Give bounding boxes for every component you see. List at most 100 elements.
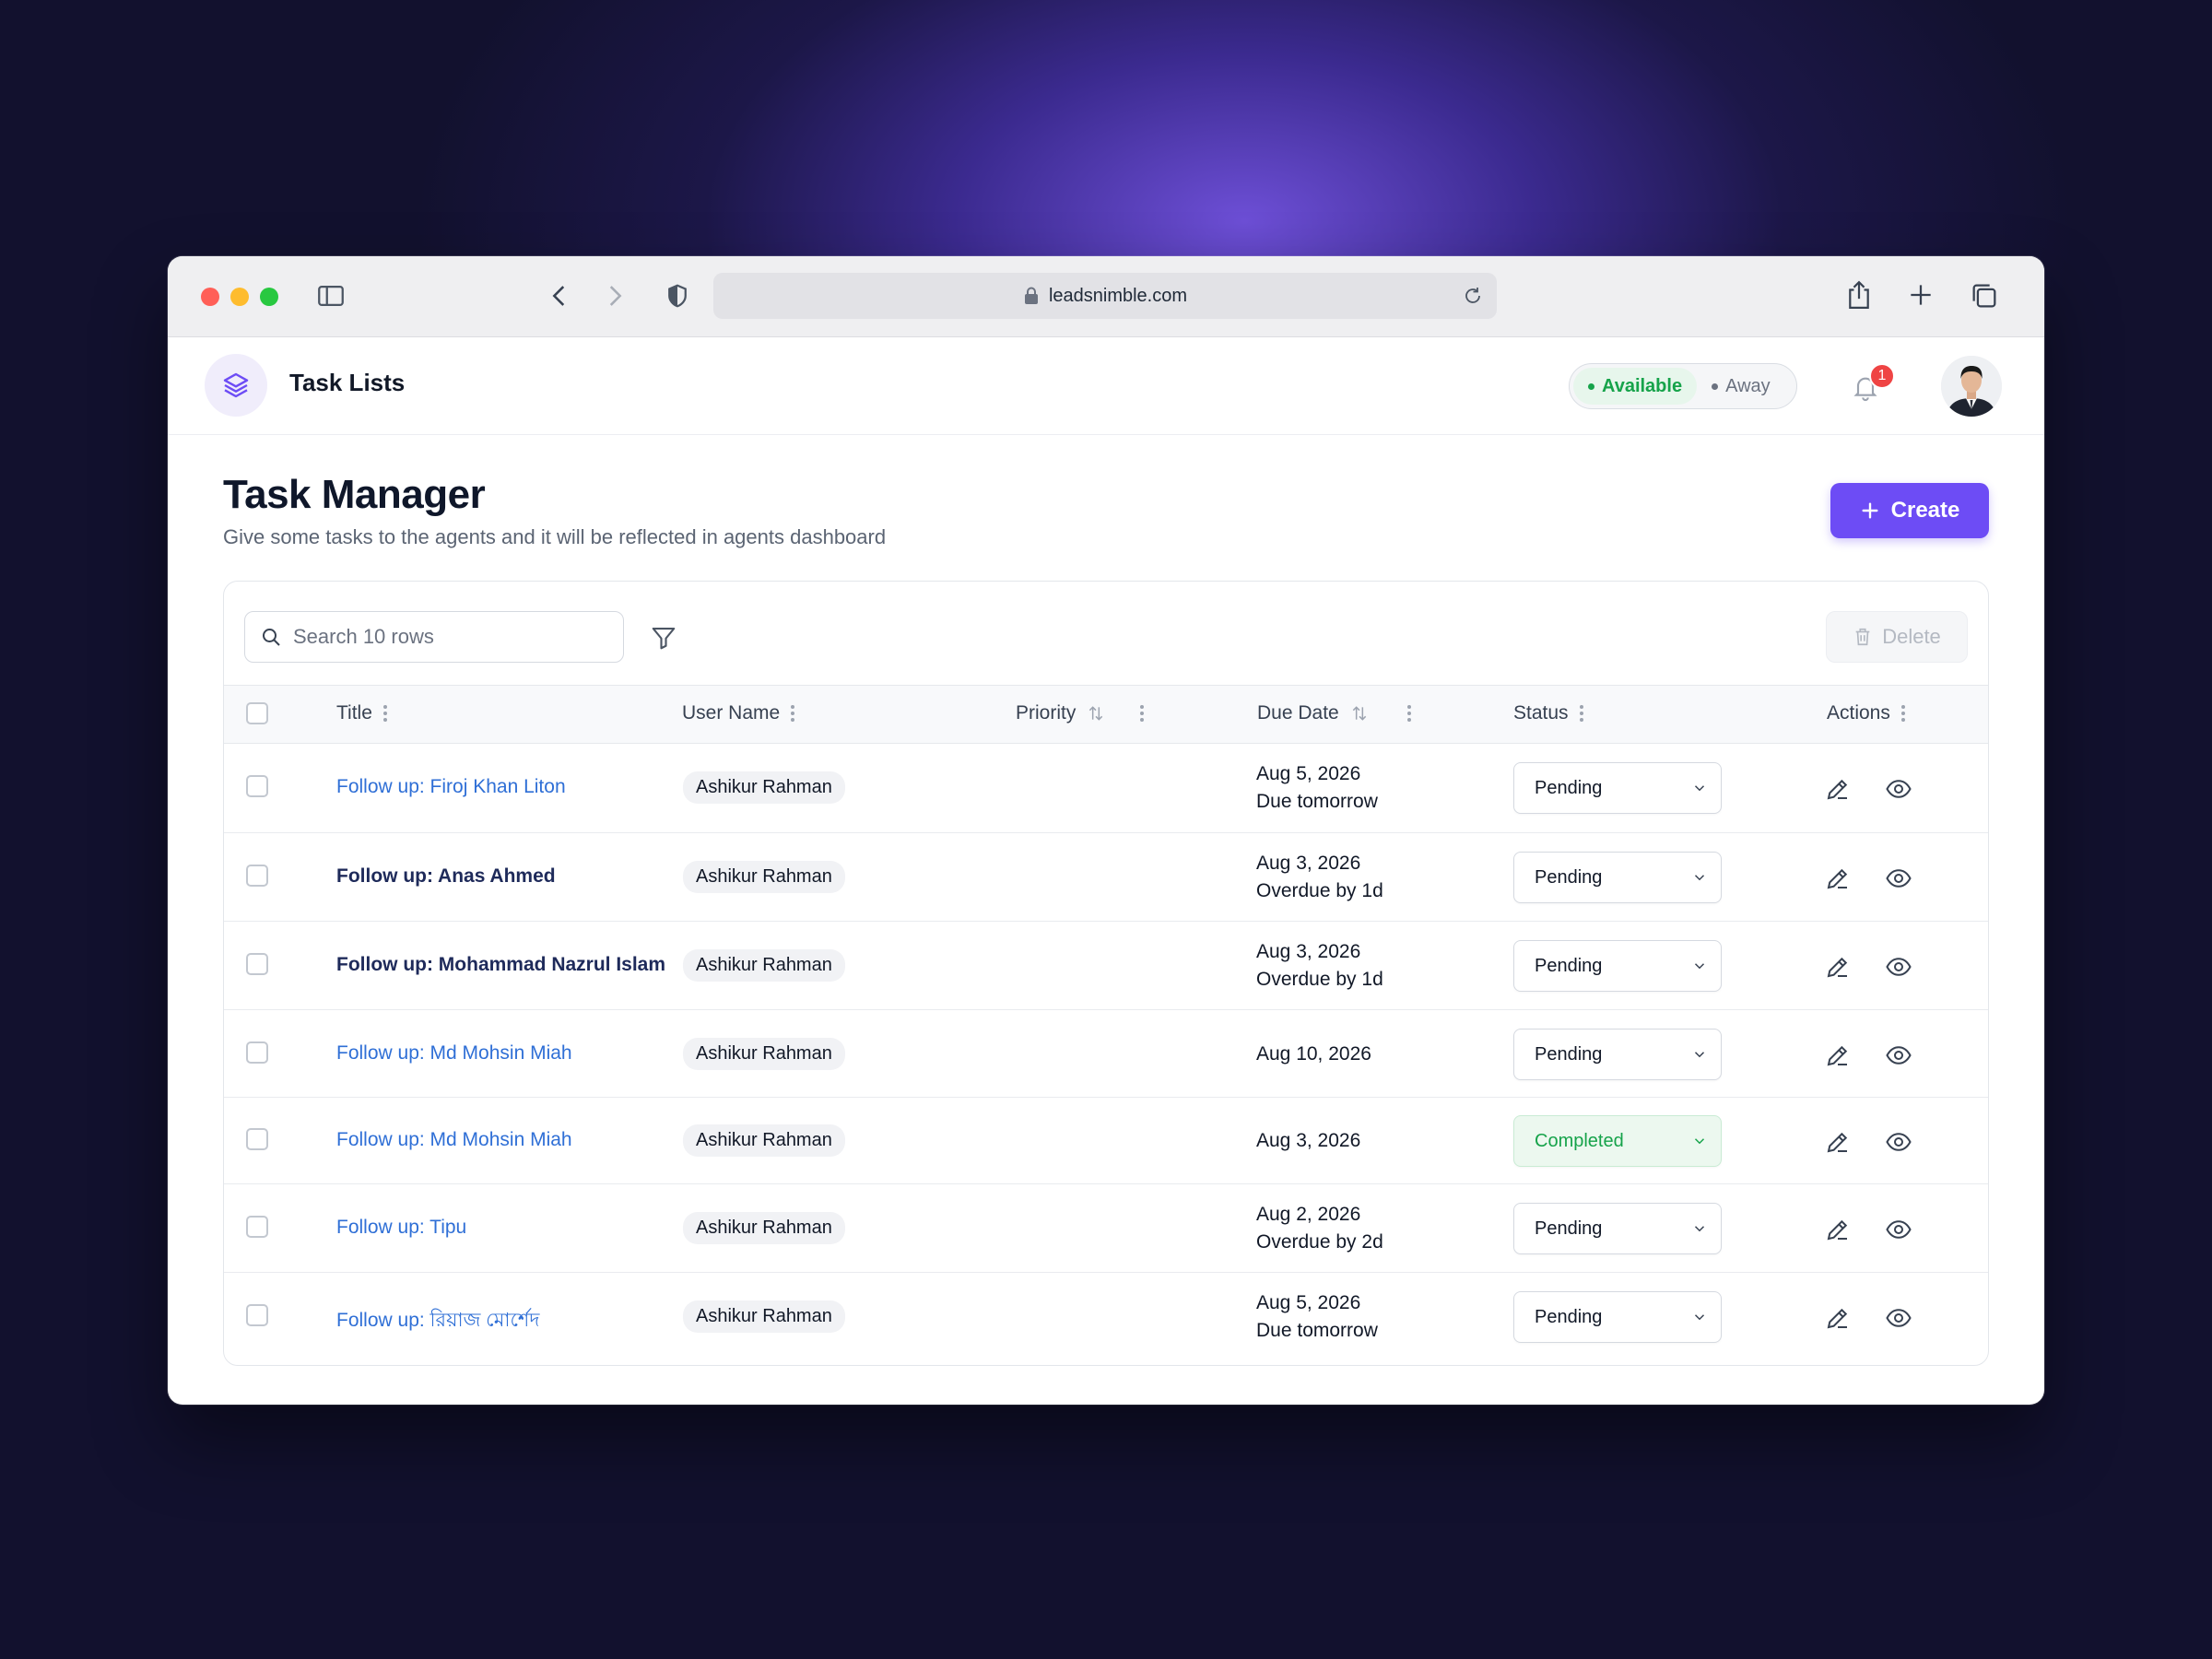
view-eye-icon[interactable] — [1885, 1304, 1912, 1332]
edit-pencil-icon[interactable] — [1824, 775, 1852, 803]
column-menu-icon[interactable] — [1900, 705, 1905, 722]
table-row[interactable]: Follow up: রিয়াজ মোর্শেদ Ashikur Rahman… — [224, 1273, 1988, 1365]
task-title-link[interactable]: Follow up: Anas Ahmed — [336, 865, 556, 888]
layers-icon — [223, 372, 249, 398]
task-title-link[interactable]: Follow up: Md Mohsin Miah — [336, 1042, 572, 1065]
task-title-link[interactable]: Follow up: রিয়াজ মোর্শেদ — [336, 1305, 539, 1337]
due-note: Overdue by 1d — [1256, 969, 1383, 990]
app-logo[interactable] — [205, 354, 267, 417]
address-bar[interactable]: leadsnimble.com — [713, 273, 1497, 319]
privacy-shield-icon[interactable] — [664, 282, 691, 310]
presence-away-option[interactable]: Away — [1697, 368, 1785, 405]
column-menu-icon[interactable] — [382, 705, 387, 722]
column-menu-icon[interactable] — [1579, 705, 1583, 722]
due-date: Aug 3, 2026 — [1256, 941, 1361, 962]
search-input[interactable] — [293, 625, 588, 649]
status-dropdown[interactable]: Pending — [1513, 940, 1722, 992]
back-icon[interactable] — [544, 280, 575, 312]
maximize-window-button[interactable] — [260, 288, 278, 306]
assignee-pill: Ashikur Rahman — [683, 1300, 845, 1333]
filter-icon[interactable] — [650, 624, 677, 656]
task-title-link[interactable]: Follow up: Tipu — [336, 1217, 466, 1239]
task-title-link[interactable]: Follow up: Mohammad Nazrul Islam — [336, 954, 665, 976]
task-title-link[interactable]: Follow up: Md Mohsin Miah — [336, 1129, 572, 1151]
column-header-title[interactable]: Title — [336, 702, 387, 724]
share-icon[interactable] — [1843, 278, 1875, 312]
delete-button[interactable]: Delete — [1826, 611, 1968, 663]
chevron-down-icon — [1694, 1226, 1705, 1232]
status-dropdown[interactable]: Pending — [1513, 1291, 1722, 1343]
view-eye-icon[interactable] — [1885, 775, 1912, 803]
table-row[interactable]: Follow up: Anas Ahmed Ashikur Rahman Aug… — [224, 833, 1988, 922]
assignee-pill: Ashikur Rahman — [683, 861, 845, 893]
row-checkbox[interactable] — [246, 1216, 268, 1238]
row-checkbox[interactable] — [246, 1128, 268, 1150]
edit-pencil-icon[interactable] — [1824, 1304, 1852, 1332]
table-row[interactable]: Follow up: Md Mohsin Miah Ashikur Rahman… — [224, 1010, 1988, 1098]
chevron-down-icon — [1694, 1138, 1705, 1145]
row-checkbox[interactable] — [246, 1304, 268, 1326]
status-value: Pending — [1535, 777, 1603, 798]
due-note: Overdue by 1d — [1256, 880, 1383, 901]
column-header-due-date[interactable]: Due Date — [1257, 702, 1411, 724]
column-menu-icon[interactable] — [1140, 705, 1145, 722]
column-menu-icon[interactable] — [791, 705, 795, 722]
column-header-user[interactable]: User Name — [682, 702, 795, 724]
edit-pencil-icon[interactable] — [1824, 1128, 1852, 1156]
view-eye-icon[interactable] — [1885, 1041, 1912, 1069]
view-eye-icon[interactable] — [1885, 1216, 1912, 1243]
sidebar-toggle-icon[interactable] — [315, 280, 347, 312]
due-date: Aug 2, 2026 — [1256, 1204, 1361, 1225]
due-note: Due tomorrow — [1256, 1320, 1378, 1341]
status-dropdown[interactable]: Pending — [1513, 1029, 1722, 1080]
edit-pencil-icon[interactable] — [1824, 865, 1852, 892]
edit-pencil-icon[interactable] — [1824, 1216, 1852, 1243]
table-row[interactable]: Follow up: Tipu Ashikur Rahman Aug 2, 20… — [224, 1184, 1988, 1273]
edit-pencil-icon[interactable] — [1824, 1041, 1852, 1069]
forward-icon[interactable] — [599, 280, 630, 312]
assignee-pill: Ashikur Rahman — [683, 1212, 845, 1244]
user-avatar[interactable] — [1941, 356, 2002, 417]
row-checkbox[interactable] — [246, 865, 268, 887]
status-dropdown[interactable]: Pending — [1513, 1203, 1722, 1254]
status-dropdown[interactable]: Pending — [1513, 852, 1722, 903]
table-row[interactable]: Follow up: Firoj Khan Liton Ashikur Rahm… — [224, 744, 1988, 833]
app-header: Task Lists Available Away 1 — [168, 337, 2044, 435]
table-row[interactable]: Follow up: Md Mohsin Miah Ashikur Rahman… — [224, 1098, 1988, 1184]
sort-icon[interactable] — [1350, 704, 1369, 723]
view-eye-icon[interactable] — [1885, 1128, 1912, 1156]
column-menu-icon[interactable] — [1406, 705, 1411, 722]
view-eye-icon[interactable] — [1885, 865, 1912, 892]
row-checkbox[interactable] — [246, 775, 268, 797]
column-header-status[interactable]: Status — [1513, 702, 1583, 724]
assignee-pill: Ashikur Rahman — [683, 1038, 845, 1070]
create-task-button[interactable]: Create — [1830, 483, 1989, 538]
reload-icon[interactable] — [1462, 285, 1484, 312]
close-window-button[interactable] — [201, 288, 219, 306]
task-title-link[interactable]: Follow up: Firoj Khan Liton — [336, 776, 566, 798]
minimize-window-button[interactable] — [230, 288, 249, 306]
view-eye-icon[interactable] — [1885, 953, 1912, 981]
app-title: Task Lists — [289, 369, 406, 396]
search-box — [244, 611, 624, 663]
table-row[interactable]: Follow up: Mohammad Nazrul Islam Ashikur… — [224, 922, 1988, 1010]
select-all-checkbox[interactable] — [246, 702, 268, 724]
edit-pencil-icon[interactable] — [1824, 953, 1852, 981]
assignee-pill: Ashikur Rahman — [683, 1124, 845, 1157]
row-checkbox[interactable] — [246, 953, 268, 975]
status-value: Pending — [1535, 1218, 1603, 1239]
tab-overview-icon[interactable] — [1969, 280, 2000, 312]
due-note: Due tomorrow — [1256, 791, 1378, 812]
new-tab-icon[interactable] — [1906, 280, 1936, 310]
row-checkbox[interactable] — [246, 1041, 268, 1064]
status-dropdown[interactable]: Pending — [1513, 762, 1722, 814]
status-dropdown[interactable]: Completed — [1513, 1115, 1722, 1167]
main-content: Task Manager Give some tasks to the agen… — [168, 435, 2044, 1405]
available-dot-icon — [1588, 382, 1594, 390]
sort-icon[interactable] — [1087, 704, 1105, 723]
chevron-down-icon — [1694, 785, 1705, 792]
column-header-priority[interactable]: Priority — [1016, 702, 1145, 724]
presence-available-option[interactable]: Available — [1573, 368, 1698, 405]
browser-window: leadsnimble.com Task Lists Available Awa… — [168, 256, 2044, 1405]
chevron-down-icon — [1694, 963, 1705, 970]
